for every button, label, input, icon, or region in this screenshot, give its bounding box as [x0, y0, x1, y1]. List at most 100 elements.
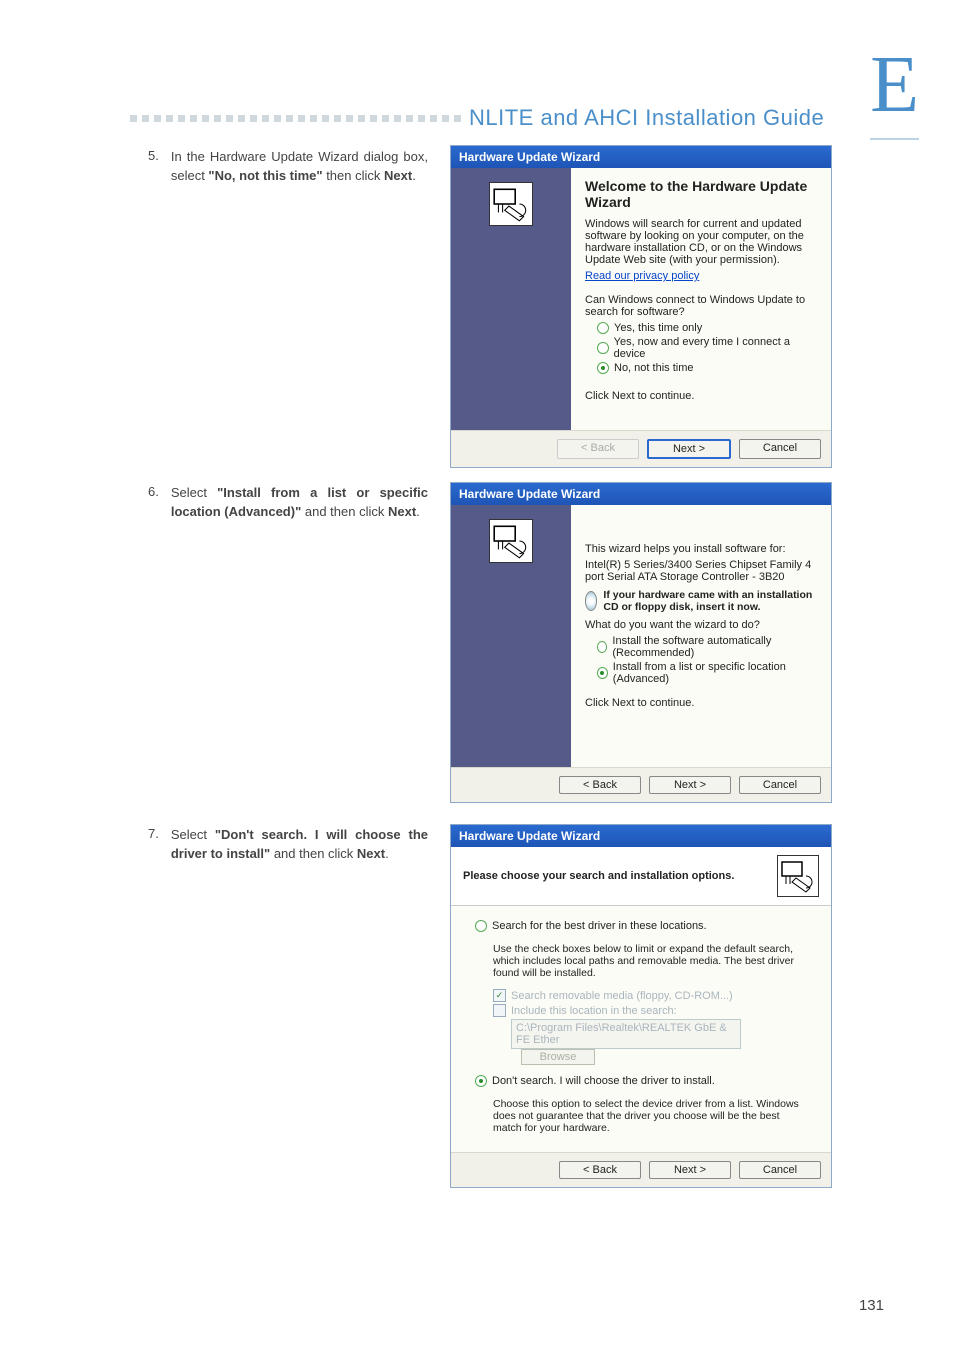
next-button[interactable]: Next > [649, 1161, 731, 1179]
radio-label: Don't search. I will choose the driver t… [492, 1075, 715, 1087]
step-body: Select "Install from a list or specific … [171, 484, 428, 522]
radio-label: Search for the best driver in these loca… [492, 920, 707, 932]
radio-icon [597, 362, 609, 374]
hardware-wizard-icon [777, 855, 819, 897]
cd-hint-text: If your hardware came with an installati… [603, 589, 817, 613]
device-name: Intel(R) 5 Series/3400 Series Chipset Fa… [585, 559, 817, 583]
step-text-bold2: Next [388, 504, 416, 519]
wizard-heading: Welcome to the Hardware Update Wizard [585, 178, 817, 210]
back-button[interactable]: < Back [559, 776, 641, 794]
wizard-side-panel [451, 505, 571, 767]
step-7-text: 7. Select "Don't search. I will choose t… [148, 826, 428, 864]
wizard-content: Welcome to the Hardware Update Wizard Wi… [571, 168, 831, 430]
wizard-content: This wizard helps you install software f… [571, 505, 831, 767]
search-description: Use the check boxes below to limit or ex… [493, 943, 807, 979]
dont-search-description: Choose this option to select the device … [493, 1098, 807, 1134]
title-dots-decoration [130, 115, 461, 122]
radio-search-best-driver[interactable]: Search for the best driver in these loca… [475, 920, 807, 932]
radio-install-auto[interactable]: Install the software automatically (Reco… [597, 635, 817, 659]
radio-icon [597, 667, 608, 679]
radio-yes-this-time[interactable]: Yes, this time only [597, 322, 817, 334]
check-include-location: Include this location in the search: [493, 1004, 807, 1017]
radio-label: No, not this time [614, 362, 693, 374]
wizard-button-row: < Back Next > Cancel [451, 430, 831, 467]
wizard-3-dialog: Hardware Update Wizard Please choose you… [450, 824, 832, 1188]
step-6-text: 6. Select "Install from a list or specif… [148, 484, 428, 522]
guide-title-row: NLITE and AHCI Installation Guide [130, 105, 844, 131]
step-5-text: 5. In the Hardware Update Wizard dialog … [148, 148, 428, 186]
step-text-mid: and then click [270, 846, 357, 861]
page-number: 131 [859, 1297, 884, 1314]
step-text-pre: Select [171, 485, 217, 500]
step-text-post: . [416, 504, 420, 519]
wizard-continue-text: Click Next to continue. [585, 390, 817, 402]
radio-no-not-this-time[interactable]: No, not this time [597, 362, 817, 374]
radio-label: Yes, this time only [614, 322, 702, 334]
wizard-body: Welcome to the Hardware Update Wizard Wi… [451, 168, 831, 430]
radio-icon [475, 1075, 487, 1087]
step-text-mid: then click [323, 168, 384, 183]
wizard-side-panel [451, 168, 571, 430]
cd-hint-row: If your hardware came with an installati… [585, 589, 817, 613]
check-removable-media: Search removable media (floppy, CD-ROM..… [493, 989, 807, 1002]
check-label: Search removable media (floppy, CD-ROM..… [511, 990, 733, 1002]
step-number: 5. [148, 148, 159, 163]
step-number: 7. [148, 826, 159, 841]
radio-label: Yes, now and every time I connect a devi… [614, 336, 817, 360]
wizard-paragraph: Windows will search for current and upda… [585, 218, 817, 266]
cd-icon [585, 591, 597, 611]
next-button[interactable]: Next > [649, 776, 731, 794]
page-root: E NLITE and AHCI Installation Guide 5. I… [0, 0, 954, 1354]
wizard-button-row: < Back Next > Cancel [451, 767, 831, 802]
location-path-input: C:\Program Files\Realtek\REALTEK GbE & F… [511, 1019, 741, 1049]
step-text-mid: and then click [301, 504, 388, 519]
hardware-wizard-icon [489, 182, 533, 226]
guide-title: NLITE and AHCI Installation Guide [469, 105, 824, 131]
path-row: C:\Program Files\Realtek\REALTEK GbE & F… [511, 1019, 807, 1065]
step-text-bold2: Next [384, 168, 412, 183]
step-body: In the Hardware Update Wizard dialog box… [171, 148, 428, 186]
header-divider [870, 138, 919, 140]
radio-icon [475, 920, 487, 932]
wizard-header: Please choose your search and installati… [451, 847, 831, 906]
radio-dont-search[interactable]: Don't search. I will choose the driver t… [475, 1075, 807, 1087]
wizard-title-bar: Hardware Update Wizard [451, 825, 831, 847]
step-text-pre: Select [171, 827, 215, 842]
radio-label: Install from a list or specific location… [613, 661, 817, 685]
wizard-body: Search for the best driver in these loca… [451, 906, 831, 1152]
next-button[interactable]: Next > [647, 439, 731, 459]
step-number: 6. [148, 484, 159, 499]
check-label: Include this location in the search: [511, 1005, 677, 1017]
wizard-question: What do you want the wizard to do? [585, 619, 817, 631]
radio-icon [597, 641, 607, 653]
radio-install-from-list[interactable]: Install from a list or specific location… [597, 661, 817, 685]
wizard-question: Can Windows connect to Windows Update to… [585, 294, 817, 318]
wizard-title-bar: Hardware Update Wizard [451, 146, 831, 168]
radio-icon [597, 322, 609, 334]
radio-icon [597, 342, 609, 354]
wizard-body: This wizard helps you install software f… [451, 505, 831, 767]
back-button: < Back [557, 439, 639, 459]
hardware-wizard-icon [489, 519, 533, 563]
radio-label: Install the software automatically (Reco… [612, 635, 817, 659]
wizard-button-row: < Back Next > Cancel [451, 1152, 831, 1187]
wizard-1-dialog: Hardware Update Wizard Welcome to the Ha… [450, 145, 832, 468]
privacy-link[interactable]: Read our privacy policy [585, 270, 699, 282]
appendix-letter: E [870, 45, 919, 125]
checkbox-icon [493, 989, 506, 1002]
step-body: Select "Don't search. I will choose the … [171, 826, 428, 864]
cancel-button[interactable]: Cancel [739, 776, 821, 794]
wizard-paragraph: This wizard helps you install software f… [585, 543, 817, 555]
header: E NLITE and AHCI Installation Guide [0, 20, 954, 130]
wizard-title-bar: Hardware Update Wizard [451, 483, 831, 505]
wizard-2-dialog: Hardware Update Wizard This wizard helps… [450, 482, 832, 803]
radio-yes-every-time[interactable]: Yes, now and every time I connect a devi… [597, 336, 817, 360]
step-text-bold2: Next [357, 846, 385, 861]
wizard-heading: Please choose your search and installati… [463, 870, 734, 882]
step-text-post: . [412, 168, 416, 183]
cancel-button[interactable]: Cancel [739, 439, 821, 459]
cancel-button[interactable]: Cancel [739, 1161, 821, 1179]
wizard-continue-text: Click Next to continue. [585, 697, 817, 709]
browse-button: Browse [521, 1049, 595, 1065]
back-button[interactable]: < Back [559, 1161, 641, 1179]
